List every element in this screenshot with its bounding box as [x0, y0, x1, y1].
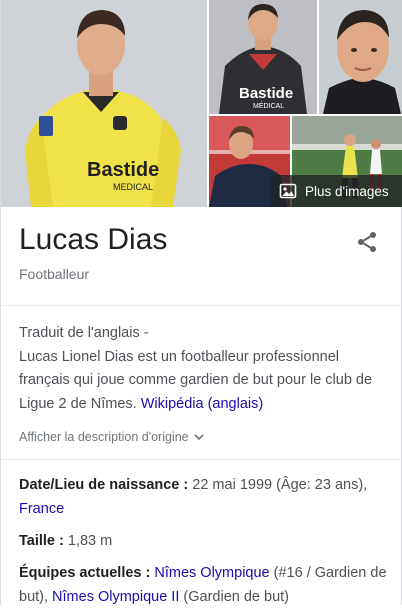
fact-birth-label: Date/Lieu de naissance : — [19, 477, 189, 493]
more-images-button[interactable]: Plus d'images — [271, 175, 402, 207]
main-player-image[interactable]: Bastide MEDICAL — [1, 0, 207, 207]
player-photo-illustration — [319, 0, 402, 114]
fact-height: Taille : 1,83 m — [19, 530, 389, 554]
description: Traduit de l'anglais - Lucas Lionel Dias… — [19, 322, 389, 416]
player-photo-illustration: Bastide MEDICAL — [1, 0, 207, 207]
image-icon — [279, 183, 297, 199]
player-image-3[interactable] — [319, 0, 402, 114]
fact-birth: Date/Lieu de naissance : 22 mai 1999 (Âg… — [19, 474, 389, 521]
share-icon[interactable] — [355, 230, 379, 254]
player-photo-illustration: Bastide MÉDICAL — [209, 0, 317, 114]
fact-height-value: 1,83 m — [67, 533, 113, 549]
show-original-toggle[interactable]: Afficher la description d'origine — [19, 430, 205, 444]
share-glyph — [358, 232, 376, 252]
team-link-1[interactable]: Nîmes Olympique — [154, 565, 269, 581]
main-shirt-sponsor-sub: MEDICAL — [113, 182, 153, 192]
wikipedia-link[interactable]: Wikipédia (anglais) — [141, 396, 264, 412]
team-detail-2: (Gardien de but) — [183, 588, 289, 605]
more-images-label: Plus d'images — [305, 183, 389, 199]
fact-teams: Équipes actuelles : Nîmes Olympique (#16… — [19, 562, 389, 609]
show-original-label: Afficher la description d'origine — [19, 430, 189, 444]
knowledge-panel: Bastide MEDICAL Bastide MÉDICAL Plus d'i… — [0, 0, 402, 605]
alt-shirt-sponsor-sub: MÉDICAL — [253, 101, 284, 110]
fact-teams-label: Équipes actuelles : — [19, 565, 151, 581]
divider — [1, 459, 402, 460]
chevron-down-icon — [194, 434, 204, 441]
main-shirt-sponsor: Bastide — [87, 159, 159, 181]
team-link-2[interactable]: Nîmes Olympique II — [52, 589, 179, 605]
player-image-2[interactable]: Bastide MÉDICAL — [209, 0, 317, 114]
fact-height-label: Taille : — [19, 533, 64, 549]
image-grid: Bastide MEDICAL Bastide MÉDICAL Plus d'i… — [1, 0, 402, 207]
fact-birth-place-link[interactable]: France — [19, 501, 64, 517]
alt-shirt-sponsor: Bastide — [239, 85, 293, 102]
translation-note: Traduit de l'anglais - — [19, 325, 149, 341]
entity-title: Lucas Dias — [19, 223, 168, 256]
entity-subtitle: Footballeur — [19, 266, 90, 282]
fact-birth-value: 22 mai 1999 (Âge: 23 ans), — [192, 477, 368, 493]
